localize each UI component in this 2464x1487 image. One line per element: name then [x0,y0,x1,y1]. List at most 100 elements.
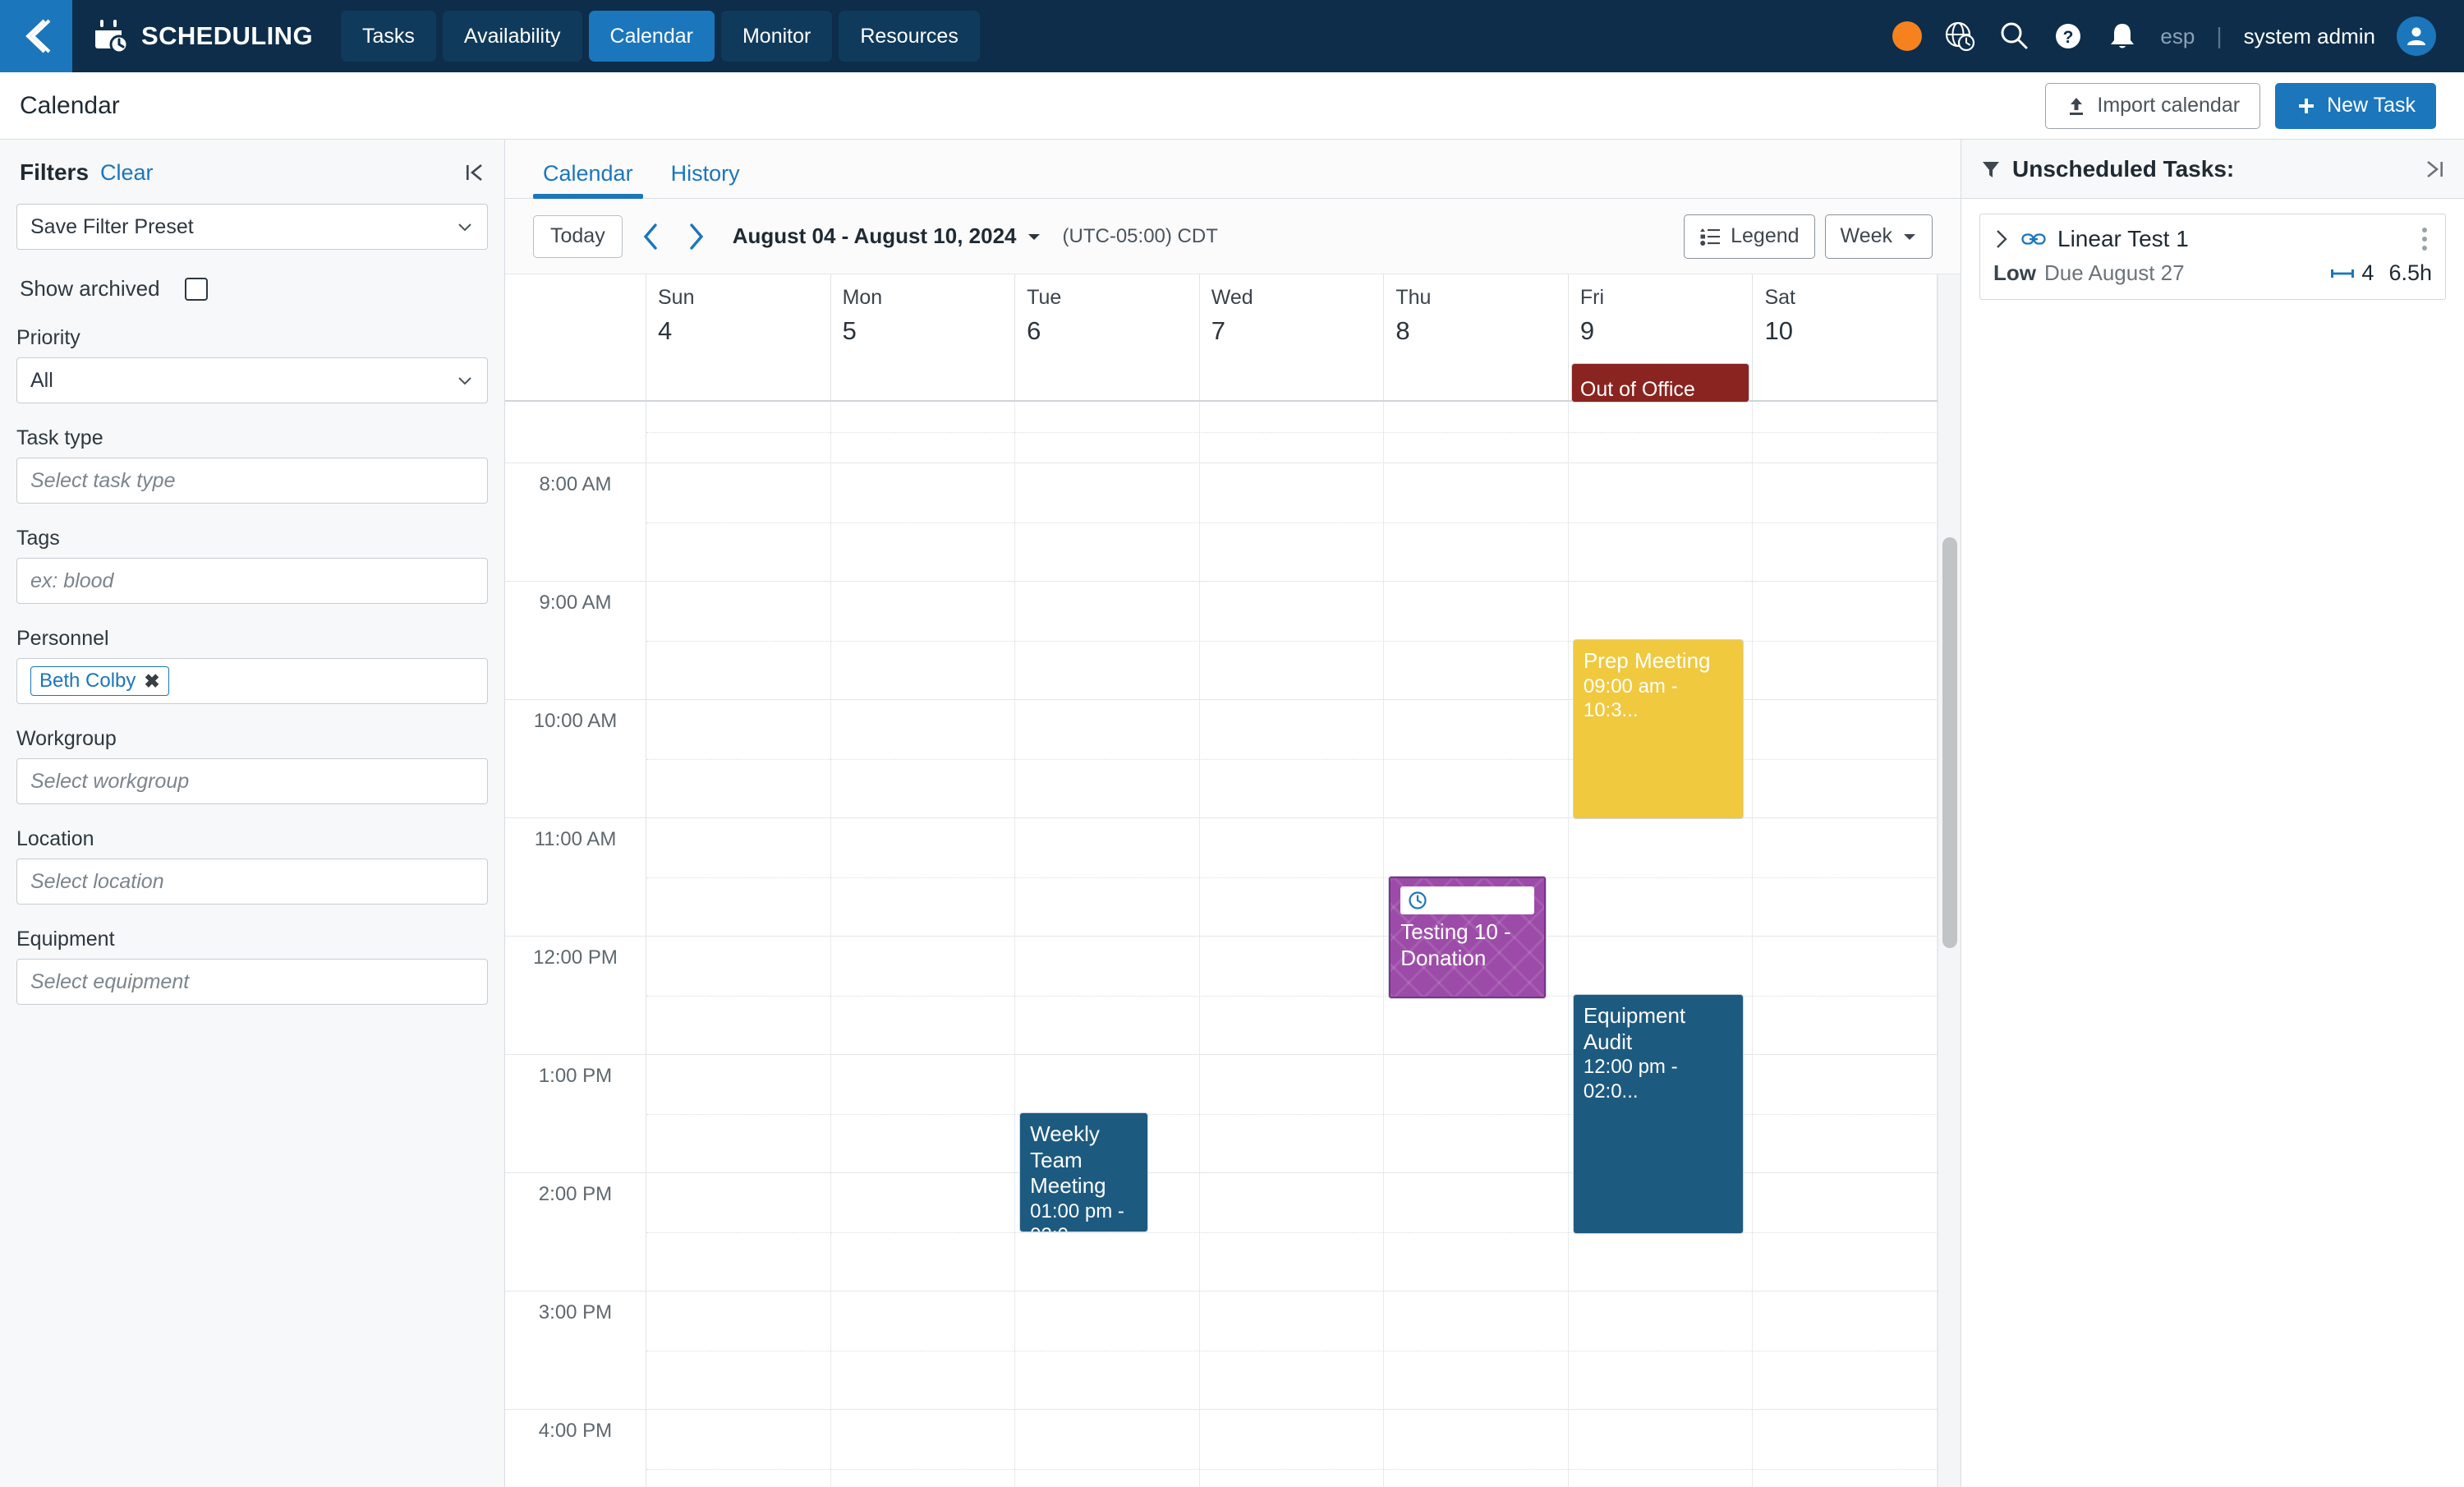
tags-input[interactable]: ex: blood [16,558,488,604]
legend-button[interactable]: Legend [1684,214,1815,259]
status-indicator-dot[interactable] [1892,21,1923,51]
search-icon[interactable] [1997,20,2030,53]
tab-calendar[interactable]: Calendar [533,161,643,199]
hour-cells[interactable] [646,402,1938,463]
hour-label: 9:00 AM [505,582,646,699]
nav-tab-tasks[interactable]: Tasks [340,11,436,62]
day-number: 9 [1579,316,1595,345]
event-testing-10-donation[interactable]: Testing 10 - Donation [1389,877,1546,998]
user-name[interactable]: system admin [2244,24,2375,49]
day-column-sun: Sun 4 [646,274,831,400]
task-type-field: Task type Select task type [16,426,488,504]
caret-down-icon [1902,231,1917,242]
calendar-tabs: Calendar History [505,140,1961,199]
tags-label: Tags [16,527,60,550]
hour-cells[interactable] [646,818,1938,936]
help-icon[interactable]: ? [2052,20,2085,53]
avatar[interactable] [2397,16,2436,56]
view-selector-button[interactable]: Week [1824,214,1933,259]
expand-right-icon[interactable] [2425,159,2446,180]
close-icon[interactable]: ✖ [144,670,159,693]
hour-cells[interactable] [646,1291,1938,1409]
hour-label [505,402,646,463]
import-calendar-button[interactable]: Import calendar [2045,82,2261,129]
svg-text:?: ? [2063,28,2074,47]
calendar-scroll-area: Sun 4 Mon 5 Tue 6 Wed 7 Thu 8 Fri 9 Out … [505,274,1938,1487]
workgroup-input[interactable]: Select workgroup [16,758,488,804]
hour-cells[interactable] [646,937,1938,1054]
unscheduled-task-card[interactable]: Linear Test 1 Low Due August 27 4 6.5h [1979,214,2446,300]
calendar-section: Calendar History Today August 04 - Augus… [505,140,1961,1487]
today-button[interactable]: Today [533,214,623,258]
new-task-label: New Task [2327,94,2416,117]
day-number: 6 [1027,316,1041,345]
priority-select[interactable]: All [16,357,488,403]
half-hour-line [646,640,1938,642]
personnel-input[interactable]: Beth Colby ✖ [16,658,488,704]
hour-row-pre [505,402,1938,463]
calendar-time-grid: 8:00 AM 9:00 AM 10:00 AM 11:00 AM 12:00 … [505,402,1938,1487]
location-input[interactable]: Select location [16,859,488,905]
day-column-thu: Thu 8 [1384,274,1569,400]
nav-divider: | [2216,23,2223,48]
equipment-input[interactable]: Select equipment [16,959,488,1005]
filters-header: Filters Clear [16,140,488,204]
chevron-down-icon [456,218,474,236]
hour-cells[interactable] [646,1410,1938,1487]
hour-cells[interactable] [646,700,1938,817]
next-week-button[interactable] [680,222,711,251]
nav-tabs: Tasks Availability Calendar Monitor Reso… [340,11,980,62]
all-day-event-title: Out of Office [1579,378,1695,401]
day-number: 7 [1211,316,1225,345]
nav-tab-resources[interactable]: Resources [839,11,980,62]
back-button[interactable] [0,0,72,72]
day-column-tue: Tue 6 [1015,274,1200,400]
equipment-field: Equipment Select equipment [16,928,488,1005]
day-name: Tue [1027,286,1062,309]
legend-label: Legend [1731,224,1800,247]
nav-tab-calendar[interactable]: Calendar [588,11,715,62]
page-actions: Import calendar New Task [2045,82,2436,129]
workgroup-field: Workgroup Select workgroup [16,727,488,804]
hour-cells[interactable] [646,463,1938,581]
caret-down-icon [1027,231,1041,242]
event-equipment-audit[interactable]: Equipment Audit 12:00 pm - 02:0... [1573,995,1744,1233]
globe-clock-icon[interactable] [1943,20,1976,53]
event-weekly-team-meeting[interactable]: Weekly Team Meeting 01:00 pm - 02:0... [1020,1113,1147,1231]
hour-cells[interactable] [646,1055,1938,1172]
day-column-sat: Sat 10 [1753,274,1938,400]
new-task-button[interactable]: New Task [2275,82,2436,129]
hour-cells[interactable] [646,582,1938,699]
task-card-top-row: Linear Test 1 [1993,226,2432,252]
date-range-picker[interactable]: August 04 - August 10, 2024 [733,223,1041,249]
save-filter-preset-select[interactable]: Save Filter Preset [16,204,488,250]
task-card-meta-row: Low Due August 27 4 6.5h [1993,260,2432,286]
event-prep-meeting[interactable]: Prep Meeting 09:00 am - 10:3... [1573,640,1744,818]
time-gutter-header [505,274,646,400]
previous-week-button[interactable] [636,222,667,251]
kebab-menu-icon[interactable] [2417,228,2432,251]
calendar-vertical-scrollbar[interactable] [1938,274,1961,1487]
hour-label: 3:00 PM [505,1291,646,1409]
personnel-chip[interactable]: Beth Colby ✖ [30,666,169,696]
task-type-input[interactable]: Select task type [16,458,488,504]
hour-cells[interactable] [646,1173,1938,1291]
all-day-event-out-of-office[interactable]: Out of Office [1571,364,1749,402]
event-title: Testing 10 - Donation [1400,919,1511,970]
show-archived-row: Show archived [16,273,488,326]
nav-tab-monitor[interactable]: Monitor [720,11,833,62]
scrollbar-thumb[interactable] [1942,537,1957,948]
chevron-right-icon[interactable] [1993,228,2010,250]
day-column-fri: Fri 9 Out of Office [1569,274,1754,402]
language-switcher[interactable]: esp [2160,24,2195,49]
page-title: Calendar [20,91,120,119]
tab-history[interactable]: History [661,161,750,198]
calendar-toolbar-right: Legend Week [1684,214,1933,259]
collapse-left-icon[interactable] [463,162,485,183]
filters-clear-link[interactable]: Clear [100,160,154,186]
nav-tab-availability[interactable]: Availability [442,11,582,62]
bell-icon[interactable] [2106,20,2139,53]
funnel-icon[interactable] [1981,159,2001,179]
span-arrow-icon [2330,268,2355,279]
show-archived-checkbox[interactable] [184,277,208,301]
